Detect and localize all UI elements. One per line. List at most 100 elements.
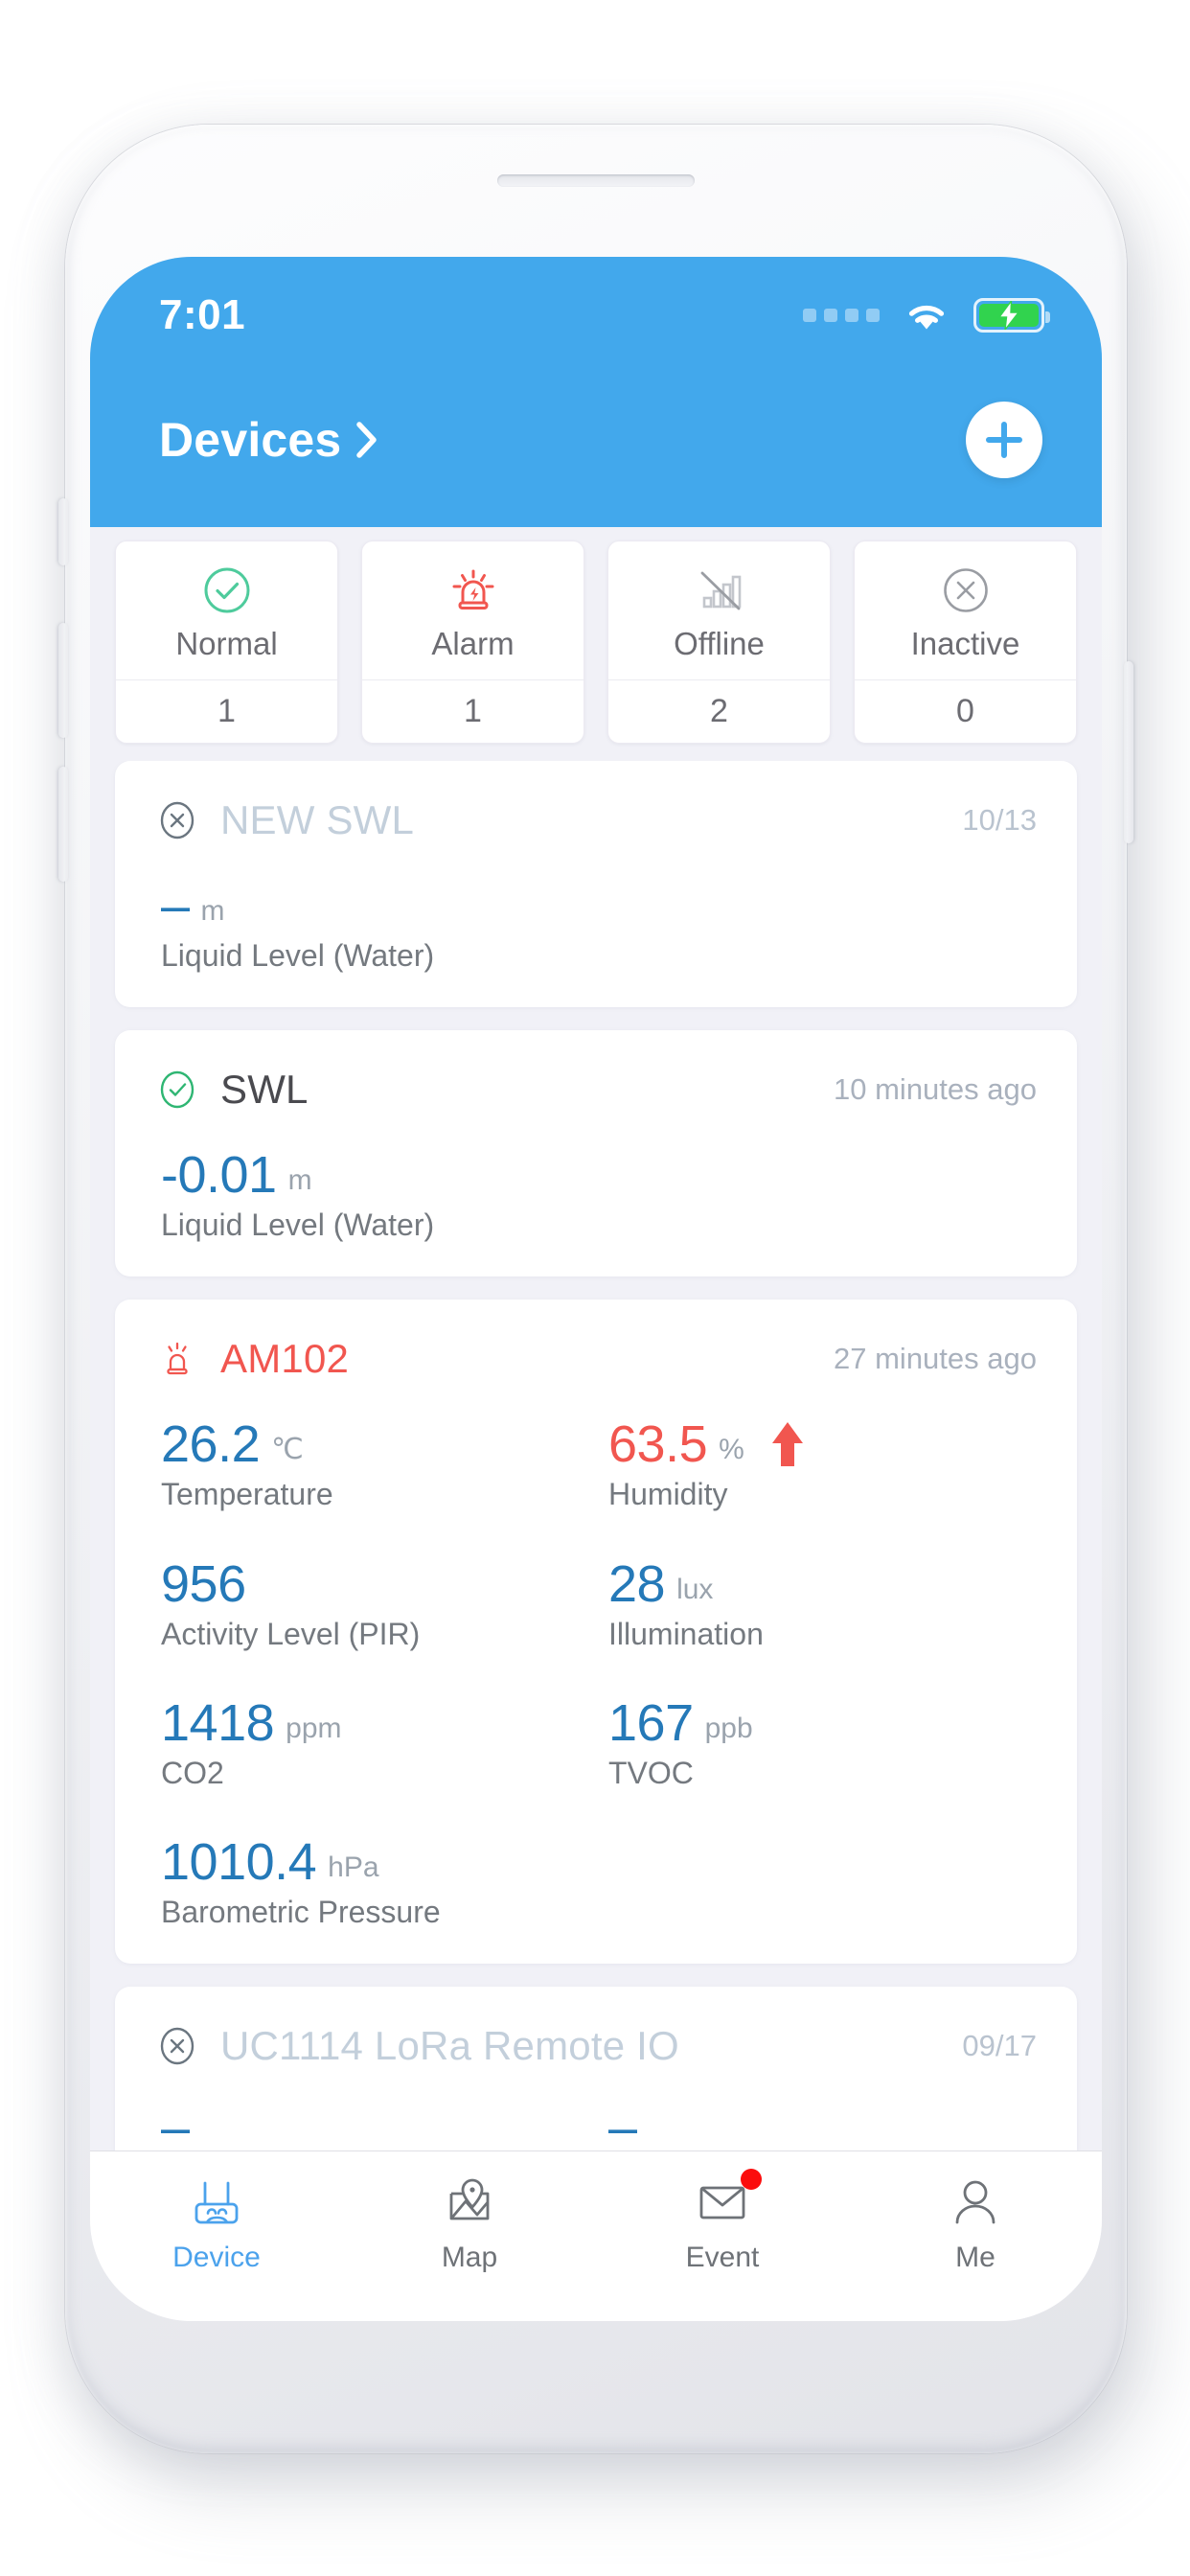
metric: 28 lux Illumination <box>608 1551 1037 1651</box>
metric-value: – <box>161 2099 190 2157</box>
metric-unit: lux <box>676 1573 714 1605</box>
status-summary-row: Normal 1 Alarm 1 Offline 2 Inactive 0 <box>90 527 1102 761</box>
metric-value: 26.2 <box>161 1415 261 1474</box>
siren-icon <box>446 563 500 618</box>
device-name: AM102 <box>220 1336 350 1382</box>
metric-unit: ℃ <box>271 1434 304 1466</box>
device-time: 09/17 <box>962 2029 1037 2063</box>
signal-off-icon <box>693 563 746 618</box>
device-card[interactable]: SWL 10 minutes ago -0.01 m Liquid Level … <box>115 1030 1077 1277</box>
metric-value: -0.01 <box>161 1146 277 1205</box>
summary-label-alarm: Alarm <box>431 625 515 661</box>
metric-value: 63.5 <box>608 1415 708 1474</box>
wifi-icon <box>908 305 945 330</box>
add-device-button[interactable] <box>966 402 1042 478</box>
device-time: 27 minutes ago <box>834 1342 1037 1376</box>
app-header: Devices <box>90 353 1102 527</box>
metric-unit: ppb <box>704 1712 753 1744</box>
summary-count-offline: 2 <box>608 679 830 743</box>
devices-title-button[interactable]: Devices <box>159 412 379 468</box>
summary-card-normal[interactable]: Normal 1 <box>115 540 338 744</box>
device-name: UC1114 LoRa Remote IO <box>220 2023 679 2069</box>
tab-label-map: Map <box>441 2242 498 2273</box>
metric: 1418 ppm CO2 <box>161 1690 589 1790</box>
summary-count-alarm: 1 <box>362 679 584 743</box>
summary-card-inactive[interactable]: Inactive 0 <box>854 540 1077 744</box>
device-name: NEW SWL <box>220 797 415 842</box>
metric-unit: m <box>287 1164 312 1197</box>
tab-label-device: Device <box>172 2242 261 2273</box>
metric-unit: % <box>719 1434 744 1466</box>
summary-count-normal: 1 <box>116 679 337 743</box>
battery-charging-icon <box>973 298 1050 333</box>
metric-value: 1418 <box>161 1693 275 1752</box>
volume-up-button[interactable] <box>58 623 68 738</box>
metric-label: CO2 <box>161 1755 224 1790</box>
summary-label-normal: Normal <box>175 625 278 661</box>
person-icon <box>946 2173 1005 2232</box>
device-card[interactable]: AM102 27 minutes ago 26.2 ℃ Temperature <box>115 1300 1077 1965</box>
router-icon <box>187 2173 246 2232</box>
metric: 167 ppb TVOC <box>608 1690 1037 1790</box>
metric: -0.01 m Liquid Level (Water) <box>161 1141 589 1242</box>
metric-value: 956 <box>161 1554 246 1613</box>
summary-label-inactive: Inactive <box>910 625 1020 661</box>
summary-card-alarm[interactable]: Alarm 1 <box>361 540 584 744</box>
check-circle-icon <box>200 563 254 618</box>
device-list[interactable]: NEW SWL 10/13 – m Liquid Level (Water) S… <box>90 761 1102 2189</box>
tab-me[interactable]: Me <box>849 2173 1102 2272</box>
envelope-icon <box>693 2169 762 2232</box>
tab-event[interactable]: Event <box>596 2169 849 2273</box>
metric-label: Temperature <box>161 1477 333 1512</box>
x-circle-icon <box>155 798 199 842</box>
earpiece-speaker <box>497 174 695 187</box>
signal-dots-icon <box>803 309 880 322</box>
x-circle-icon <box>155 2024 199 2068</box>
metric-label: Illumination <box>608 1616 764 1651</box>
metric: 956 Activity Level (PIR) <box>161 1551 589 1651</box>
status-bar-indicators <box>803 297 1050 334</box>
trend-up-arrow-icon <box>771 1422 803 1467</box>
chevron-right-icon <box>356 422 378 458</box>
device-card[interactable]: NEW SWL 10/13 – m Liquid Level (Water) <box>115 761 1077 1008</box>
map-pin-icon <box>440 2173 499 2232</box>
metric-grid: 26.2 ℃ Temperature 63.5 % Humidity 956 A… <box>155 1411 1037 1929</box>
tab-device[interactable]: Device <box>90 2173 343 2272</box>
bottom-tab-bar: Device Map Event Me <box>90 2150 1102 2321</box>
x-circle-icon <box>939 563 993 618</box>
metric-unit: ppm <box>286 1712 342 1744</box>
metric: – m Liquid Level (Water) <box>161 872 589 973</box>
metric: 1010.4 hPa Barometric Pressure <box>161 1828 589 1929</box>
plus-icon <box>986 422 1022 458</box>
device-time: 10/13 <box>962 803 1037 837</box>
summary-label-offline: Offline <box>674 625 765 661</box>
volume-down-button[interactable] <box>58 767 68 882</box>
metric-label: Liquid Level (Water) <box>161 938 435 973</box>
status-bar: 7:01 <box>90 257 1102 353</box>
silent-switch[interactable] <box>58 498 68 565</box>
phone-device-frame: 7:01 Devices Normal 1 Alarm 1 Offline 2 … <box>58 125 1133 2453</box>
tab-label-me: Me <box>955 2242 995 2273</box>
metric-label: TVOC <box>608 1755 694 1790</box>
metric-value: – <box>608 2099 637 2157</box>
siren-icon <box>155 1337 199 1381</box>
metric-label: Activity Level (PIR) <box>161 1616 421 1651</box>
metric-value: 167 <box>608 1693 694 1752</box>
metric-value: – <box>161 877 190 934</box>
metric: 26.2 ℃ Temperature <box>161 1411 589 1511</box>
phone-screen: 7:01 Devices Normal 1 Alarm 1 Offline 2 … <box>90 257 1102 2321</box>
power-button[interactable] <box>1124 661 1133 843</box>
metric-unit: hPa <box>328 1851 379 1883</box>
page-title: Devices <box>159 413 342 467</box>
tab-map[interactable]: Map <box>343 2173 596 2272</box>
tab-label-event: Event <box>685 2242 760 2273</box>
check-circle-icon <box>155 1068 199 1112</box>
metric-label: Barometric Pressure <box>161 1894 441 1929</box>
metric-label: Liquid Level (Water) <box>161 1208 435 1243</box>
device-time: 10 minutes ago <box>834 1072 1037 1107</box>
device-name: SWL <box>220 1067 309 1113</box>
metric-value: 1010.4 <box>161 1832 317 1891</box>
summary-count-inactive: 0 <box>855 679 1076 743</box>
summary-card-offline[interactable]: Offline 2 <box>607 540 831 744</box>
metric-label: Humidity <box>608 1477 728 1512</box>
